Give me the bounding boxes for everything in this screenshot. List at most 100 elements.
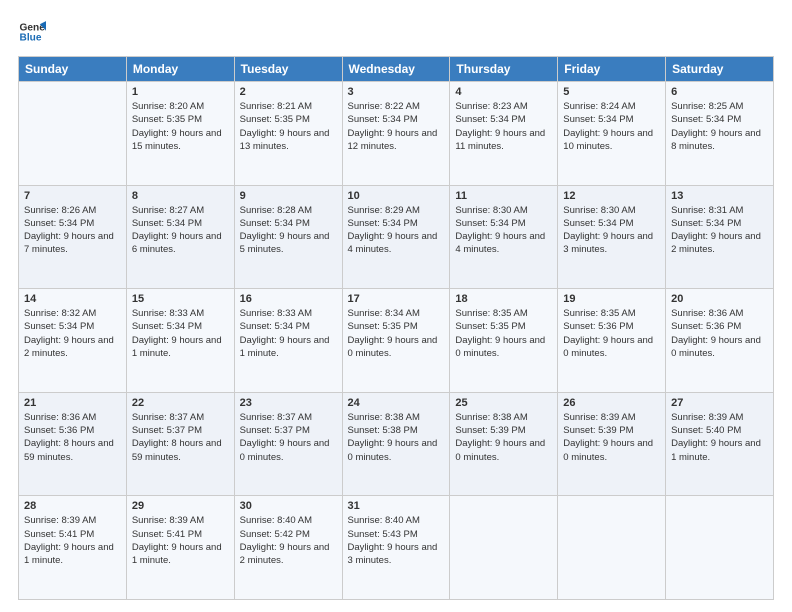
calendar-cell: 5Sunrise: 8:24 AMSunset: 5:34 PMDaylight…	[558, 82, 666, 186]
calendar-cell: 9 Sunrise: 8:28 AMSunset: 5:34 PMDaylight…	[234, 185, 342, 289]
sunset: Sunset: 5:37 PM	[132, 425, 202, 436]
week-row-1: 7 Sunrise: 8:26 AMSunset: 5:34 PMDaylight…	[19, 185, 774, 289]
sunrise: Sunrise: 8:36 AM	[24, 412, 96, 423]
sunrise: Sunrise: 8:37 AM	[240, 412, 312, 423]
sunrise: Sunrise: 8:33 AM	[240, 308, 312, 319]
day-number: 7	[24, 190, 121, 202]
sunrise: Sunrise: 8:33 AM	[132, 308, 204, 319]
daylight: Daylight: 9 hours and 0 minutes.	[240, 438, 330, 462]
day-number: 16	[240, 293, 337, 305]
daylight: Daylight: 9 hours and 0 minutes.	[455, 438, 545, 462]
col-sunday: Sunday	[19, 57, 127, 82]
header-row: Sunday Monday Tuesday Wednesday Thursday…	[19, 57, 774, 82]
sunset: Sunset: 5:34 PM	[563, 114, 633, 125]
cell-info: Sunrise: 8:29 AMSunset: 5:34 PMDaylight:…	[348, 204, 445, 257]
calendar-cell: 31 Sunrise: 8:40 AMSunset: 5:43 PMDayligh…	[342, 496, 450, 600]
col-monday: Monday	[126, 57, 234, 82]
calendar-cell: 17Sunrise: 8:34 AMSunset: 5:35 PMDayligh…	[342, 289, 450, 393]
sunset: Sunset: 5:42 PM	[240, 529, 310, 540]
day-number: 10	[348, 190, 445, 202]
calendar-cell: 8Sunrise: 8:27 AMSunset: 5:34 PMDaylight…	[126, 185, 234, 289]
day-number: 9	[240, 190, 337, 202]
day-number: 22	[132, 397, 229, 409]
sunrise: Sunrise: 8:38 AM	[348, 412, 420, 423]
sunrise: Sunrise: 8:22 AM	[348, 101, 420, 112]
calendar-cell: 20 Sunrise: 8:36 AMSunset: 5:36 PMDayligh…	[666, 289, 774, 393]
col-saturday: Saturday	[666, 57, 774, 82]
calendar-header: Sunday Monday Tuesday Wednesday Thursday…	[19, 57, 774, 82]
calendar-page: General Blue Sunday Monday Tuesday Wedne…	[0, 0, 792, 612]
calendar-cell: 7 Sunrise: 8:26 AMSunset: 5:34 PMDaylight…	[19, 185, 127, 289]
cell-info: Sunrise: 8:39 AMSunset: 5:39 PMDaylight:…	[563, 411, 660, 464]
calendar-cell: 24Sunrise: 8:38 AMSunset: 5:38 PMDayligh…	[342, 392, 450, 496]
calendar-cell: 12Sunrise: 8:30 AMSunset: 5:34 PMDayligh…	[558, 185, 666, 289]
sunset: Sunset: 5:34 PM	[563, 218, 633, 229]
calendar-cell: 15Sunrise: 8:33 AMSunset: 5:34 PMDayligh…	[126, 289, 234, 393]
sunset: Sunset: 5:35 PM	[348, 321, 418, 332]
calendar-cell: 22Sunrise: 8:37 AMSunset: 5:37 PMDayligh…	[126, 392, 234, 496]
sunrise: Sunrise: 8:40 AM	[240, 515, 312, 526]
sunset: Sunset: 5:34 PM	[132, 321, 202, 332]
daylight: Daylight: 9 hours and 7 minutes.	[24, 231, 114, 255]
logo: General Blue	[18, 18, 50, 46]
day-number: 8	[132, 190, 229, 202]
day-number: 31	[348, 500, 445, 512]
cell-info: Sunrise: 8:30 AMSunset: 5:34 PMDaylight:…	[563, 204, 660, 257]
cell-info: Sunrise: 8:25 AMSunset: 5:34 PMDaylight:…	[671, 100, 768, 153]
calendar-body: 1 Sunrise: 8:20 AM Sunset: 5:35 PM Daylight…	[19, 82, 774, 600]
sunset: Sunset: 5:41 PM	[132, 529, 202, 540]
sunrise: Sunrise: 8:20 AM	[132, 101, 204, 112]
daylight: Daylight: 9 hours and 10 minutes.	[563, 128, 653, 152]
week-row-3: 21Sunrise: 8:36 AMSunset: 5:36 PMDayligh…	[19, 392, 774, 496]
week-row-0: 1Sunrise: 8:20 AMSunset: 5:35 PMDaylight…	[19, 82, 774, 186]
sunset: Sunset: 5:34 PM	[455, 114, 525, 125]
sunset: Sunset: 5:34 PM	[671, 218, 741, 229]
day-number: 25	[455, 397, 552, 409]
daylight: Daylight: 9 hours and 1 minute.	[24, 542, 114, 566]
daylight: Daylight: 9 hours and 11 minutes.	[455, 128, 545, 152]
cell-info: Sunrise: 8:22 AMSunset: 5:34 PMDaylight:…	[348, 100, 445, 153]
daylight: Daylight: 9 hours and 1 minute.	[132, 542, 222, 566]
sunrise: Sunrise: 8:34 AM	[348, 308, 420, 319]
cell-info: Sunrise: 8:34 AMSunset: 5:35 PMDaylight:…	[348, 307, 445, 360]
cell-info: Sunrise: 8:26 AMSunset: 5:34 PMDaylight:…	[24, 204, 121, 257]
daylight: Daylight: 9 hours and 0 minutes.	[455, 335, 545, 359]
calendar-cell	[666, 496, 774, 600]
daylight: Daylight: 9 hours and 0 minutes.	[563, 438, 653, 462]
sunrise: Sunrise: 8:23 AM	[455, 101, 527, 112]
cell-info: Sunrise: 8:30 AMSunset: 5:34 PMDaylight:…	[455, 204, 552, 257]
sunset: Sunset: 5:43 PM	[348, 529, 418, 540]
calendar-cell: 11Sunrise: 8:30 AMSunset: 5:34 PMDayligh…	[450, 185, 558, 289]
day-number: 20	[671, 293, 768, 305]
sunrise: Sunrise: 8:39 AM	[563, 412, 635, 423]
calendar-cell: 2Sunrise: 8:21 AMSunset: 5:35 PMDaylight…	[234, 82, 342, 186]
daylight: Daylight: 9 hours and 15 minutes.	[132, 128, 222, 152]
sunrise: Sunrise: 8:39 AM	[671, 412, 743, 423]
cell-info: Sunrise: 8:40 AMSunset: 5:43 PMDaylight:…	[348, 514, 445, 567]
calendar-cell: 28Sunrise: 8:39 AMSunset: 5:41 PMDayligh…	[19, 496, 127, 600]
sunrise: Sunrise: 8:30 AM	[455, 205, 527, 216]
cell-info: Sunrise: 8:24 AMSunset: 5:34 PMDaylight:…	[563, 100, 660, 153]
col-tuesday: Tuesday	[234, 57, 342, 82]
day-number: 3	[348, 86, 445, 98]
sunrise: Sunrise: 8:28 AM	[240, 205, 312, 216]
sunset: Sunset: 5:34 PM	[24, 218, 94, 229]
cell-info: Sunrise: 8:33 AMSunset: 5:34 PMDaylight:…	[132, 307, 229, 360]
sunrise: Sunrise: 8:39 AM	[24, 515, 96, 526]
sunset: Sunset: 5:34 PM	[24, 321, 94, 332]
cell-info: Sunrise: 8:36 AMSunset: 5:36 PMDaylight:…	[671, 307, 768, 360]
day-number: 27	[671, 397, 768, 409]
cell-info: Sunrise: 8:28 AMSunset: 5:34 PMDaylight:…	[240, 204, 337, 257]
day-number: 30	[240, 500, 337, 512]
cell-info: Sunrise: 8:32 AMSunset: 5:34 PMDaylight:…	[24, 307, 121, 360]
calendar-cell	[558, 496, 666, 600]
cell-info: Sunrise: 8:31 AMSunset: 5:34 PMDaylight:…	[671, 204, 768, 257]
sunset: Sunset: 5:34 PM	[132, 218, 202, 229]
calendar-cell: 30 Sunrise: 8:40 AM Sunset: 5:42 PM Dayligh…	[234, 496, 342, 600]
day-number: 17	[348, 293, 445, 305]
daylight: Daylight: 9 hours and 4 minutes.	[348, 231, 438, 255]
day-number: 2	[240, 86, 337, 98]
sunset: Sunset: 5:34 PM	[348, 114, 418, 125]
day-number: 1	[132, 86, 229, 98]
daylight: Daylight: 9 hours and 2 minutes.	[240, 542, 330, 566]
